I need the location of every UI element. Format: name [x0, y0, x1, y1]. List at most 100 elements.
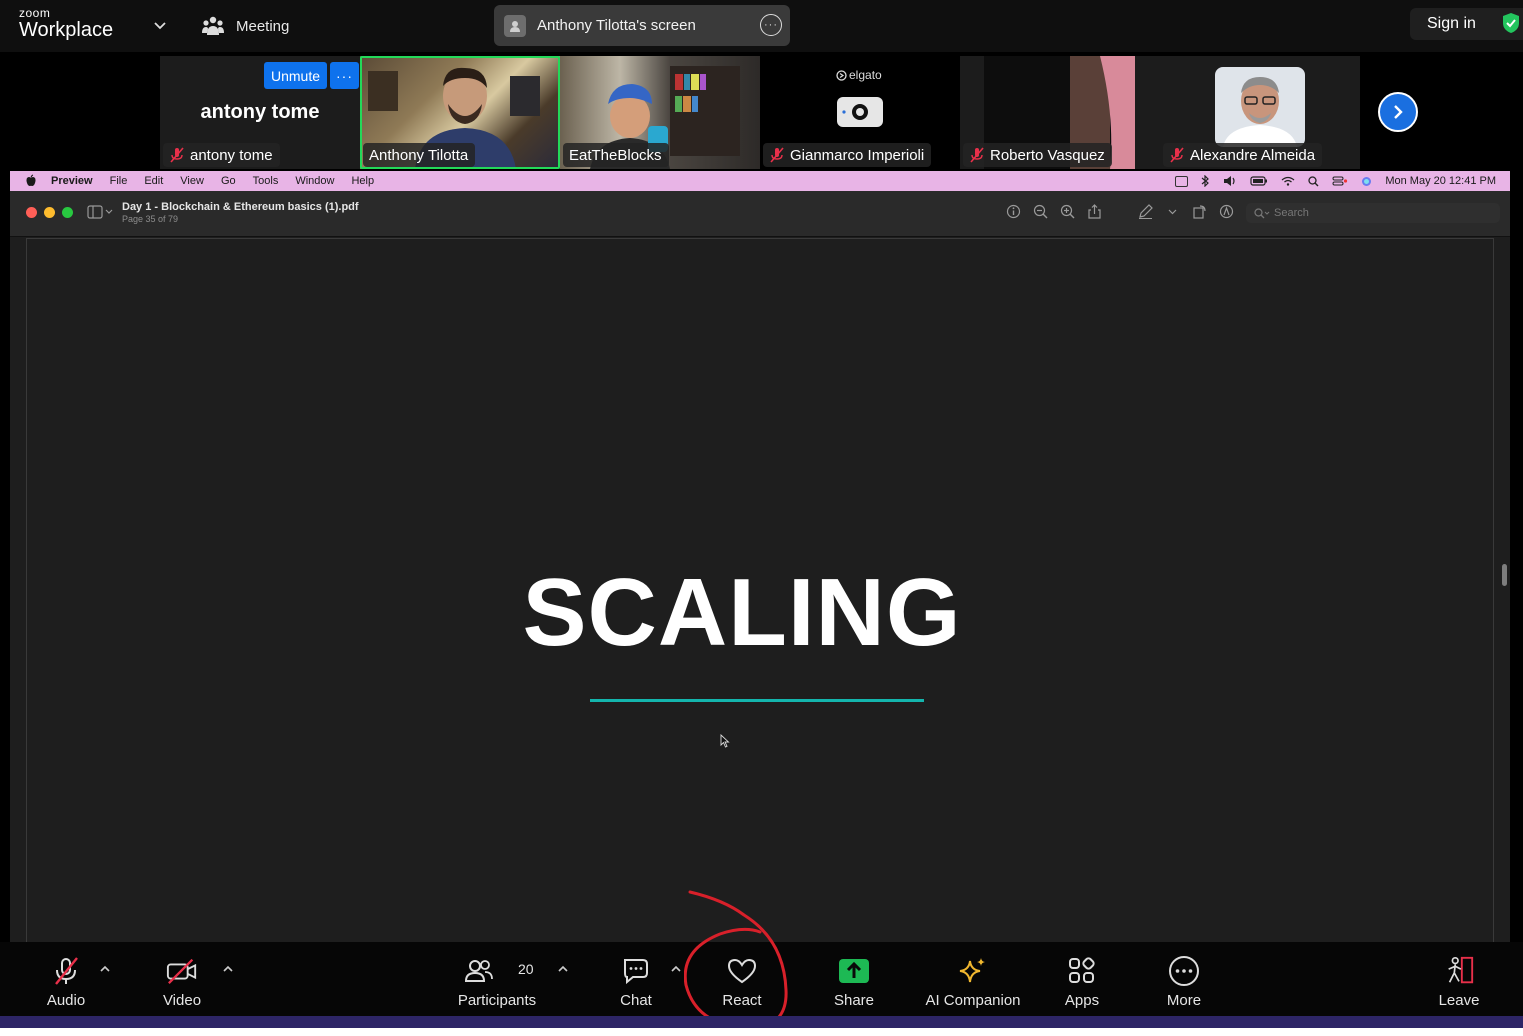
share-screen-button[interactable]: Share [831, 942, 877, 1016]
minimize-window-icon[interactable] [44, 207, 55, 218]
participant-video-tile[interactable]: Alexandre Almeida [1160, 56, 1360, 169]
document-scrollbar[interactable] [1502, 564, 1507, 586]
unmute-button[interactable]: Unmute [264, 62, 327, 89]
video-off-icon [166, 958, 197, 985]
spotlight-search-icon [1308, 175, 1319, 186]
audio-button[interactable]: Audio [38, 942, 94, 1016]
mac-status-area: Mon May 20 12:41 PM [1175, 171, 1496, 191]
meeting-info-button[interactable]: Meeting [202, 13, 289, 39]
ai-companion-button[interactable]: AI Companion [921, 942, 1025, 1016]
participant-name-tag: EatTheBlocks [563, 143, 669, 167]
participant-name-tag: antony tome [163, 143, 280, 167]
participant-name-tag: Alexandre Almeida [1163, 143, 1323, 167]
participant-name-tag: Gianmarco Imperioli [763, 143, 932, 167]
mac-menu-view: View [180, 175, 204, 187]
participant-video-tile[interactable]: elgato Gianmarco Imperioli [760, 56, 960, 169]
share-screen-icon [839, 959, 869, 983]
more-label: More [1166, 992, 1202, 1009]
document-title: Day 1 - Blockchain & Ethereum basics (1)… [122, 201, 359, 213]
participant-name: antony tome [190, 146, 273, 164]
sparkle-icon [959, 958, 985, 983]
self-video-tile[interactable]: Unmute ··· antony tome antony tome [160, 56, 360, 169]
rotate-icon[interactable] [1192, 204, 1207, 219]
info-icon[interactable] [1006, 204, 1021, 219]
share-label: Share [833, 992, 875, 1009]
leave-button[interactable]: Leave [1436, 942, 1482, 1016]
camera-brand-text: elgato [849, 68, 882, 82]
mic-muted-icon [770, 147, 784, 163]
participant-count: 20 [518, 961, 534, 977]
pdf-document-view[interactable]: SCALING [26, 238, 1494, 989]
mac-menu-bar: Preview File Edit View Go Tools Window H… [10, 171, 1510, 191]
window-controls [26, 207, 73, 218]
audio-options-chevron-icon[interactable] [99, 964, 111, 974]
chat-options-chevron-icon[interactable] [670, 964, 682, 974]
participant-video-tile[interactable]: Anthony Tilotta [360, 56, 560, 169]
self-more-button[interactable]: ··· [330, 62, 359, 89]
mac-menu-go: Go [220, 175, 236, 187]
meeting-controls-bar: Audio Video Participants Chat React Shar… [0, 942, 1523, 1016]
apps-label: Apps [1064, 992, 1100, 1009]
camera-brand-overlay: elgato [836, 68, 882, 82]
mac-menu-window: Window [295, 175, 335, 187]
screen-mirror-icon [1175, 175, 1189, 187]
gallery-next-button[interactable] [1378, 92, 1418, 132]
participant-name: Anthony Tilotta [369, 146, 469, 164]
participant-name: Roberto Vasquez [990, 146, 1105, 164]
screen-share-icon [510, 20, 520, 32]
chevron-down-icon[interactable] [152, 17, 168, 33]
top-bar: zoom Workplace Meeting Anthony Tilotta's… [0, 0, 1523, 52]
participant-video-tile[interactable]: EatTheBlocks [560, 56, 760, 169]
preview-search-input[interactable]: Search [1246, 203, 1500, 223]
markup-dropdown-icon[interactable] [1165, 204, 1180, 219]
participant-name-tag: Anthony Tilotta [363, 143, 476, 167]
mac-datetime: Mon May 20 12:41 PM [1385, 175, 1496, 187]
mac-menu-tools: Tools [252, 175, 279, 187]
more-button[interactable]: More [1162, 942, 1206, 1016]
participant-video-tile[interactable]: Roberto Vasquez [960, 56, 1160, 169]
react-button[interactable]: React [720, 942, 764, 1016]
close-window-icon[interactable] [26, 207, 37, 218]
audio-label: Audio [46, 992, 86, 1009]
participant-name: EatTheBlocks [569, 146, 662, 164]
elgato-logo-icon [836, 69, 847, 81]
bottom-edge [0, 1028, 1523, 1036]
participants-icon [464, 960, 493, 982]
more-options-icon[interactable]: ··· [760, 14, 782, 36]
mic-muted-icon [970, 147, 984, 163]
mic-muted-icon [170, 147, 184, 163]
shared-screen-pill[interactable]: Anthony Tilotta's screen ··· [494, 5, 790, 46]
document-page-info: Page 35 of 79 [122, 214, 179, 224]
apps-icon [1069, 957, 1095, 983]
search-icon [1254, 207, 1270, 218]
slide-title-underline [590, 699, 924, 702]
chat-button[interactable]: Chat [618, 942, 654, 1016]
shared-screen-view[interactable]: Preview File Edit View Go Tools Window H… [10, 171, 1510, 989]
share-icon[interactable] [1087, 204, 1102, 219]
participant-name: Alexandre Almeida [1190, 146, 1316, 164]
participant-name: Gianmarco Imperioli [790, 146, 925, 164]
sidebar-toggle-icon[interactable] [87, 205, 113, 219]
more-icon [1169, 956, 1199, 986]
brand-large: Workplace [19, 19, 114, 41]
markup-pen-icon[interactable] [1138, 204, 1153, 219]
slide-title: SCALING [522, 559, 962, 666]
video-button[interactable]: Video [157, 942, 207, 1016]
heart-icon [727, 958, 757, 984]
annotate-icon[interactable] [1219, 204, 1234, 219]
ai-companion-label: AI Companion [925, 992, 1021, 1009]
security-shield-icon[interactable] [1501, 12, 1521, 34]
mic-muted-icon [55, 957, 78, 985]
leave-label: Leave [1438, 992, 1480, 1009]
participants-button[interactable]: Participants [456, 942, 538, 1016]
participants-options-chevron-icon[interactable] [557, 964, 569, 974]
zoom-in-icon[interactable] [1060, 204, 1075, 219]
zoom-window-icon[interactable] [62, 207, 73, 218]
zoom-out-icon[interactable] [1033, 204, 1048, 219]
meeting-label: Meeting [236, 17, 290, 35]
apps-button[interactable]: Apps [1062, 942, 1102, 1016]
video-options-chevron-icon[interactable] [222, 964, 234, 974]
mac-menu-preview: Preview [51, 175, 93, 187]
mac-menu-file: File [109, 175, 128, 187]
chat-label: Chat [620, 992, 652, 1009]
